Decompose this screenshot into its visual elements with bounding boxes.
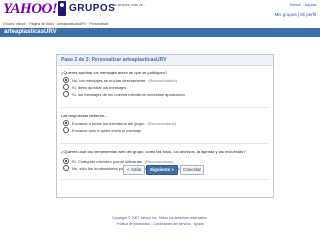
site-header: YAHOO! GRUPOS más simples, más ve... Yah…	[0, 0, 320, 22]
radio-button[interactable]	[63, 84, 69, 90]
footer-copyright: Copyright © 2007 Yahoo! Inc. Todos los d…	[112, 216, 208, 220]
question-replies: Las respuestas deberán...	[61, 113, 108, 118]
option-label[interactable]: Sí, los mensajes de los nuevos miembros …	[72, 92, 185, 97]
option-label[interactable]: Sí. Cualquier miembro puede utilizarlas	[72, 159, 142, 164]
option-approve-all[interactable]: Sí, debo aprobar los mensajes	[63, 84, 126, 90]
radio-button[interactable]	[63, 77, 69, 83]
group-title-bar: arteaplasticasURV	[0, 28, 320, 37]
option-label[interactable]: No, los mensajes se envían directamente	[72, 78, 145, 83]
footer-links[interactable]: Política de privacidad · Condiciones del…	[0, 222, 320, 226]
option-label[interactable]: Enviarse a todos los miembros del grupo	[72, 121, 144, 126]
option-reply-sender[interactable]: Enviarse sólo a quien envió el mensaje	[63, 127, 141, 133]
breadcrumb[interactable]: Grupos Yahoo! · Página de inicio · artea…	[3, 22, 283, 26]
cancel-button[interactable]: Cancelar	[180, 165, 204, 175]
group-title[interactable]: arteaplasticasURV	[4, 29, 57, 35]
question-approve-messages: ¿Quieres aprobar los mensajes antes de q…	[61, 70, 168, 75]
radio-button[interactable]	[63, 91, 69, 97]
setup-form-panel: Paso 2 de 3: Personalizar arteaplasticas…	[56, 54, 274, 198]
option-approve-new-members[interactable]: Sí, los mensajes de los nuevos miembros …	[63, 91, 185, 97]
logo-tagline: más simples, más ve...	[110, 3, 146, 7]
question-web-tools: ¿Quieres usar las herramientas web del g…	[61, 149, 246, 154]
radio-button[interactable]	[63, 158, 69, 164]
radio-button[interactable]	[63, 120, 69, 126]
back-button[interactable]: < Atrás	[123, 165, 145, 175]
option-no-approval[interactable]: No, los mensajes se envían directamente …	[63, 77, 177, 83]
option-label[interactable]: Sí, debo aprobar los mensajes	[72, 85, 126, 90]
option-tools-everyone[interactable]: Sí. Cualquier miembro puede utilizarlas …	[63, 158, 174, 164]
step-title: Paso 2 de 3: Personalizar arteaplasticas…	[61, 57, 167, 63]
recommended-hint: (Recomendado)	[147, 120, 177, 126]
yahoo-logo[interactable]: YAHOO!	[3, 1, 58, 18]
groups-logo-icon	[58, 1, 66, 16]
divider	[61, 143, 269, 144]
next-button[interactable]: Siguiente >	[146, 165, 178, 175]
radio-button[interactable]	[63, 165, 69, 171]
divider	[61, 107, 269, 108]
top-links[interactable]: Yahoo! · Ayuda	[289, 2, 316, 7]
option-reply-all[interactable]: Enviarse a todos los miembros del grupo …	[63, 120, 176, 126]
divider	[61, 179, 269, 180]
radio-button[interactable]	[63, 127, 69, 133]
user-links[interactable]: Mis grupos | Mi perfil	[275, 12, 316, 17]
option-label[interactable]: Enviarse sólo a quien envió el mensaje	[72, 128, 141, 133]
grupos-logo-text[interactable]: GRUPOS	[69, 3, 115, 14]
recommended-hint: (Recomendado)	[144, 158, 174, 164]
form-header: Paso 2 de 3: Personalizar arteaplasticas…	[57, 55, 273, 66]
recommended-hint: (Recomendado)	[148, 77, 178, 83]
